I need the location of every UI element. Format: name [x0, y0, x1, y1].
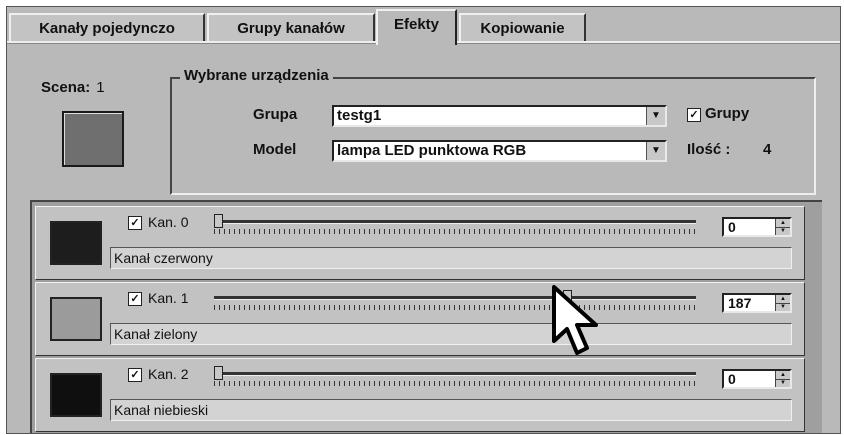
channel-value: 0 — [728, 371, 736, 387]
spin-down-icon[interactable]: ▼ — [776, 227, 790, 235]
channel-checkbox[interactable]: ✓ — [128, 368, 142, 382]
model-select[interactable]: lampa LED punktowa RGB ▼ — [332, 140, 667, 162]
tab-channels-single[interactable]: Kanały pojedynczo — [9, 13, 205, 41]
slider-track — [214, 296, 696, 300]
group-select[interactable]: testg1 ▼ — [332, 105, 667, 127]
scene-label: Scena: 1 — [41, 79, 105, 96]
selected-devices-legend: Wybrane urządzenia — [180, 67, 333, 84]
spin-buttons: ▲ ▼ — [775, 219, 790, 235]
chevron-down-icon[interactable]: ▼ — [646, 107, 665, 125]
model-select-value: lampa LED punktowa RGB — [337, 142, 527, 159]
slider-ticks — [214, 229, 696, 234]
channel-checkbox[interactable]: ✓ — [128, 216, 142, 230]
groups-checkbox-label: Grupy — [705, 105, 750, 122]
channel-name-field[interactable]: Kanał czerwony — [110, 247, 792, 269]
tab-copying[interactable]: Kopiowanie — [459, 13, 586, 41]
tab-effects[interactable]: Efekty — [376, 9, 457, 45]
channel-row: ✓ Kan. 0 0 ▲ ▼ Kanał czerwony — [35, 206, 805, 280]
channel-row: ✓ Kan. 1 187 ▲ ▼ Kanał zielony — [35, 282, 805, 356]
slider-track — [214, 220, 696, 224]
spin-down-icon[interactable]: ▼ — [776, 303, 790, 311]
groups-checkbox[interactable]: ✓ — [687, 108, 701, 122]
channel-value: 0 — [728, 219, 736, 235]
channel-check-label: Kan. 2 — [148, 366, 189, 382]
scene-label-text: Scena: — [41, 79, 91, 96]
channel-color-swatch[interactable] — [50, 373, 102, 417]
count-value: 4 — [763, 141, 772, 158]
channel-name-field[interactable]: Kanał zielony — [110, 323, 792, 345]
channel-slider[interactable] — [214, 366, 696, 391]
channel-slider[interactable] — [214, 214, 696, 239]
chevron-down-icon[interactable]: ▼ — [646, 142, 665, 160]
channel-value-spinner[interactable]: 187 ▲ ▼ — [722, 293, 792, 313]
scene-number: 1 — [96, 79, 105, 96]
channel-value-spinner[interactable]: 0 ▲ ▼ — [722, 217, 792, 237]
channel-list: ✓ Kan. 0 0 ▲ ▼ Kanał czerwony ✓ Kan. 1 1… — [30, 200, 822, 433]
scene-color-swatch[interactable] — [62, 111, 124, 167]
effects-window: Kanały pojedynczo Grupy kanałów Efekty K… — [6, 6, 841, 434]
slider-track — [214, 372, 696, 376]
channel-value: 187 — [728, 295, 752, 311]
spin-down-icon[interactable]: ▼ — [776, 379, 790, 387]
tab-channel-groups[interactable]: Grupy kanałów — [207, 13, 375, 41]
channel-check-label: Kan. 0 — [148, 214, 189, 230]
group-field-label: Grupa — [253, 106, 298, 123]
channel-color-swatch[interactable] — [50, 297, 102, 341]
spin-buttons: ▲ ▼ — [775, 295, 790, 311]
count-label: Ilość : — [687, 141, 731, 158]
channel-color-swatch[interactable] — [50, 221, 102, 265]
spin-buttons: ▲ ▼ — [775, 371, 790, 387]
channel-slider[interactable] — [214, 290, 696, 315]
channel-row: ✓ Kan. 2 0 ▲ ▼ Kanał niebieski — [35, 358, 805, 432]
slider-thumb[interactable] — [214, 214, 223, 228]
channel-name-field[interactable]: Kanał niebieski — [110, 399, 792, 421]
channel-check-label: Kan. 1 — [148, 290, 189, 306]
group-select-value: testg1 — [337, 107, 382, 124]
slider-ticks — [214, 305, 696, 310]
channel-checkbox[interactable]: ✓ — [128, 292, 142, 306]
selected-devices-group — [170, 77, 816, 195]
mouse-pointer-icon — [552, 285, 598, 355]
slider-thumb[interactable] — [214, 366, 223, 380]
slider-ticks — [214, 381, 696, 386]
model-field-label: Model — [253, 141, 297, 158]
tab-bar: Kanały pojedynczo Grupy kanałów Efekty K… — [7, 7, 840, 45]
channel-value-spinner[interactable]: 0 ▲ ▼ — [722, 369, 792, 389]
